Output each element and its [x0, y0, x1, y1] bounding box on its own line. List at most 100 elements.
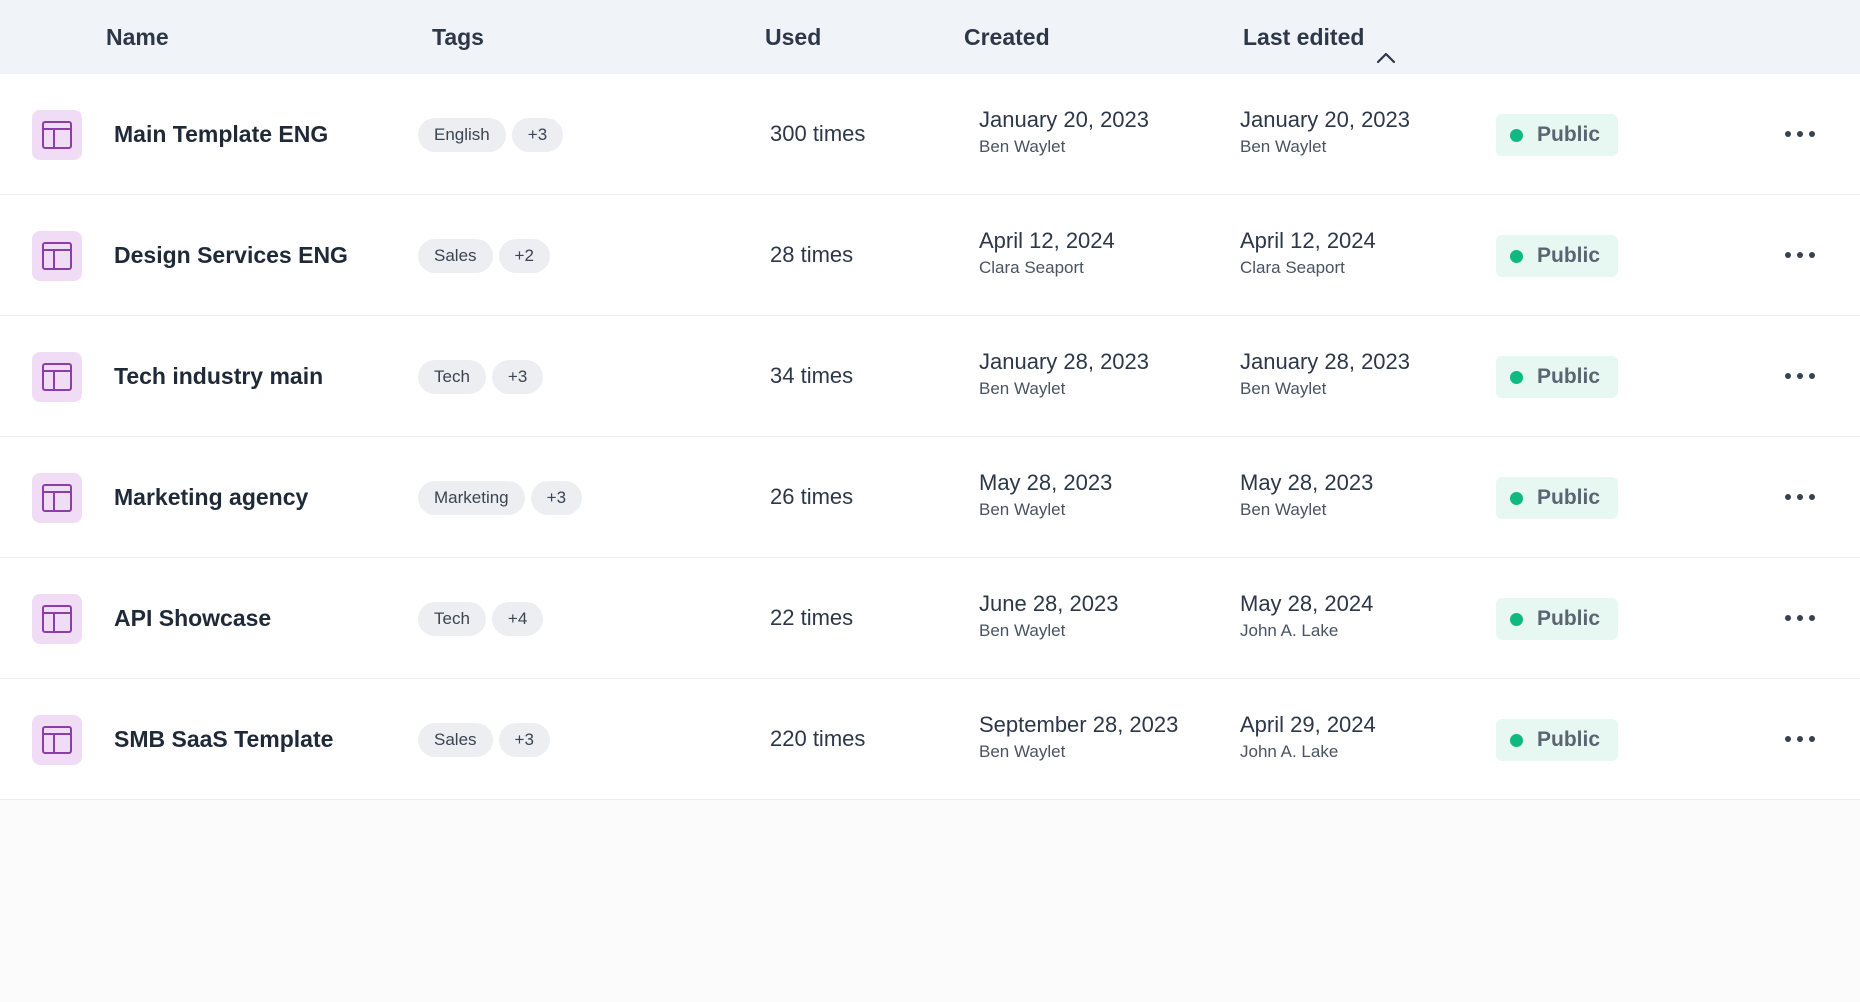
- status-dot-icon: [1510, 491, 1523, 505]
- column-header-tags[interactable]: Tags: [432, 0, 484, 74]
- created-author: Clara Seaport: [979, 258, 1084, 277]
- created-date: September 28, 2023: [979, 712, 1179, 737]
- column-header-name[interactable]: Name: [106, 0, 169, 74]
- status-dot-icon: [1510, 733, 1523, 747]
- template-name[interactable]: Main Template ENG: [114, 74, 328, 194]
- tag-list: Marketing +3: [418, 481, 583, 515]
- template-name[interactable]: SMB SaaS Template: [114, 679, 333, 799]
- tag-chip[interactable]: Tech: [418, 360, 486, 394]
- status-badge: Public: [1496, 114, 1618, 156]
- last-edited-date: April 12, 2024: [1240, 228, 1376, 253]
- template-name[interactable]: API Showcase: [114, 558, 271, 678]
- created-cell: January 20, 2023 Ben Waylet: [979, 106, 1149, 158]
- last-edited-author: Ben Waylet: [1240, 500, 1327, 519]
- status-badge: Public: [1496, 719, 1618, 761]
- tag-chip[interactable]: +4: [491, 602, 544, 636]
- column-header-last-edited[interactable]: Last edited: [1243, 0, 1398, 74]
- table-row[interactable]: Marketing agency Marketing +3 26 times Ma…: [0, 437, 1860, 558]
- created-author: Ben Waylet: [979, 137, 1066, 156]
- template-layout-icon: [32, 715, 82, 765]
- status-dot-icon: [1510, 128, 1523, 142]
- column-header-created[interactable]: Created: [964, 0, 1050, 74]
- created-author: Ben Waylet: [979, 500, 1066, 519]
- tag-chip[interactable]: Sales: [418, 723, 493, 757]
- template-name[interactable]: Tech industry main: [114, 316, 323, 436]
- more-horizontal-icon: [1785, 131, 1815, 137]
- created-cell: April 12, 2024 Clara Seaport: [979, 227, 1115, 279]
- table-row[interactable]: Main Template ENG English +3 300 times Ja…: [0, 74, 1860, 195]
- last-edited-author: John A. Lake: [1240, 621, 1339, 640]
- tag-chip[interactable]: Tech: [418, 602, 486, 636]
- table-row[interactable]: SMB SaaS Template Sales +3 220 times Sept…: [0, 679, 1860, 800]
- created-date: June 28, 2023: [979, 591, 1119, 616]
- last-edited-author: Ben Waylet: [1240, 379, 1327, 398]
- last-edited-date: January 20, 2023: [1240, 107, 1411, 132]
- created-author: Ben Waylet: [979, 621, 1066, 640]
- tag-chip[interactable]: +3: [498, 723, 550, 757]
- tag-list: Sales +2: [418, 239, 550, 273]
- table-row[interactable]: API Showcase Tech +4 22 times June 28, 20…: [0, 558, 1860, 679]
- used-count: 34 times: [770, 363, 854, 388]
- last-edited-cell: May 28, 2024 John A. Lake: [1240, 590, 1373, 642]
- tag-list: Tech +4: [418, 602, 544, 636]
- template-name[interactable]: Design Services ENG: [114, 195, 348, 315]
- tag-chip[interactable]: Sales: [418, 239, 493, 273]
- last-edited-cell: May 28, 2023 Ben Waylet: [1240, 469, 1373, 521]
- status-label: Public: [1537, 607, 1601, 630]
- more-horizontal-icon: [1785, 615, 1815, 621]
- template-layout-icon: [32, 594, 82, 644]
- table-row[interactable]: Tech industry main Tech +3 34 times Janua…: [0, 316, 1860, 437]
- status-badge: Public: [1496, 477, 1618, 519]
- more-options-button[interactable]: [1780, 481, 1820, 513]
- more-options-button[interactable]: [1780, 602, 1820, 634]
- last-edited-author: Clara Seaport: [1240, 258, 1345, 277]
- template-name[interactable]: Marketing agency: [114, 437, 308, 557]
- more-horizontal-icon: [1785, 736, 1815, 742]
- template-layout-icon: [32, 231, 82, 281]
- more-options-button[interactable]: [1780, 723, 1820, 755]
- tag-chip[interactable]: +3: [511, 118, 564, 152]
- status-label: Public: [1537, 365, 1601, 388]
- column-header-used[interactable]: Used: [765, 0, 821, 74]
- last-edited-author: Ben Waylet: [1240, 137, 1327, 156]
- table-header: Name Tags Used Created Last edited: [0, 0, 1860, 75]
- status-label: Public: [1537, 728, 1601, 751]
- tag-chip[interactable]: +2: [498, 239, 550, 273]
- last-edited-date: April 29, 2024: [1240, 712, 1376, 737]
- template-layout-icon: [32, 473, 82, 523]
- created-author: Ben Waylet: [979, 379, 1066, 398]
- used-count: 220 times: [770, 726, 866, 751]
- tag-chip[interactable]: +3: [491, 360, 544, 394]
- column-header-last-edited-label: Last edited: [1243, 24, 1365, 50]
- table-row[interactable]: Design Services ENG Sales +2 28 times Apr…: [0, 195, 1860, 316]
- used-count: 300 times: [770, 121, 866, 146]
- last-edited-author: John A. Lake: [1240, 742, 1339, 761]
- created-author: Ben Waylet: [979, 742, 1066, 761]
- chevron-up-icon[interactable]: [1374, 25, 1398, 64]
- status-dot-icon: [1510, 370, 1523, 384]
- tag-chip[interactable]: +3: [530, 481, 583, 515]
- more-options-button[interactable]: [1780, 360, 1820, 392]
- created-cell: May 28, 2023 Ben Waylet: [979, 469, 1112, 521]
- more-options-button[interactable]: [1780, 239, 1820, 271]
- created-date: April 12, 2024: [979, 228, 1115, 253]
- tag-chip[interactable]: Marketing: [418, 481, 525, 515]
- last-edited-cell: April 12, 2024 Clara Seaport: [1240, 227, 1376, 279]
- last-edited-cell: January 28, 2023 Ben Waylet: [1240, 348, 1410, 400]
- status-badge: Public: [1496, 598, 1618, 640]
- last-edited-date: January 28, 2023: [1240, 349, 1411, 374]
- template-layout-icon: [32, 352, 82, 402]
- status-badge: Public: [1496, 235, 1618, 277]
- table-body: Main Template ENG English +3 300 times Ja…: [0, 74, 1860, 800]
- status-label: Public: [1537, 244, 1601, 267]
- more-horizontal-icon: [1785, 373, 1815, 379]
- templates-table: Name Tags Used Created Last edited Main …: [0, 0, 1860, 800]
- status-dot-icon: [1510, 612, 1523, 626]
- tag-chip[interactable]: English: [418, 118, 506, 152]
- status-badge: Public: [1496, 356, 1618, 398]
- created-cell: January 28, 2023 Ben Waylet: [979, 348, 1149, 400]
- used-count: 26 times: [770, 484, 854, 509]
- more-options-button[interactable]: [1780, 118, 1820, 150]
- used-count: 28 times: [770, 242, 854, 267]
- tag-list: English +3: [418, 118, 564, 152]
